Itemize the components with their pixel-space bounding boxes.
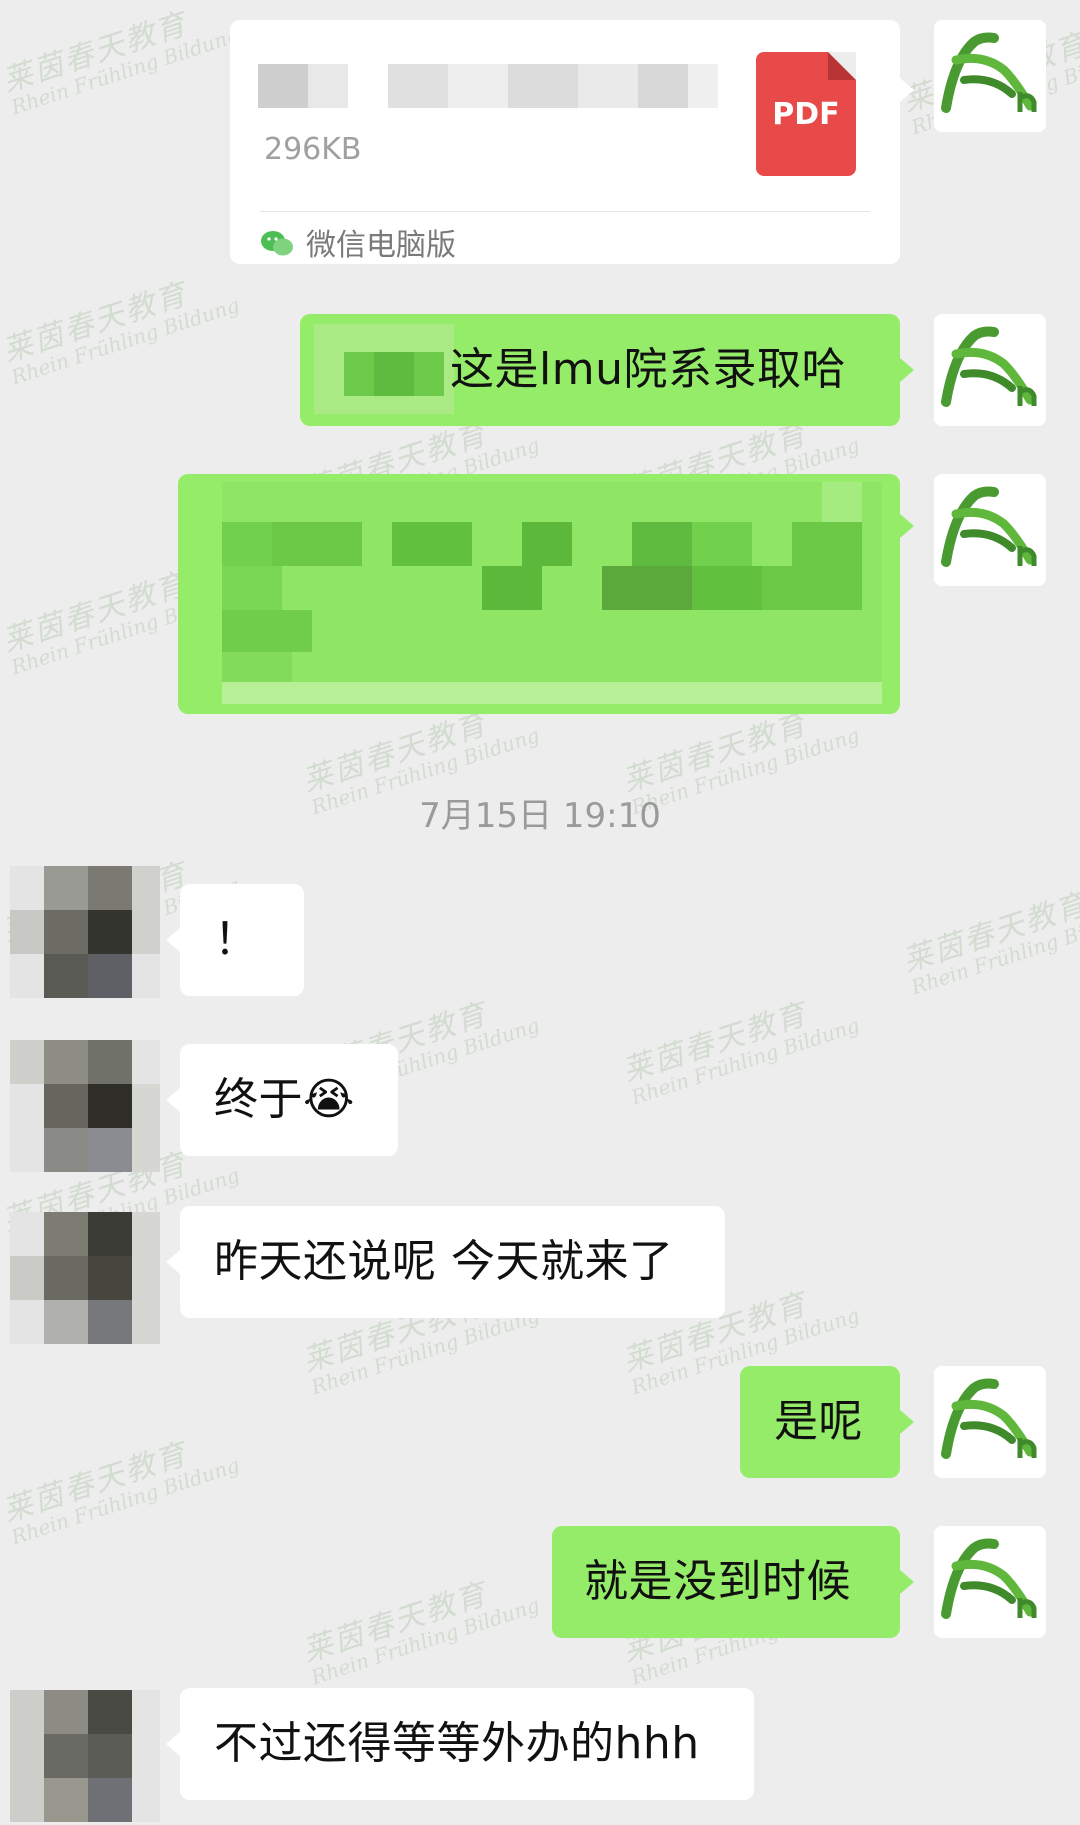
message-bubble-received[interactable]: 不过还得等等外办的hhh xyxy=(166,1688,754,1800)
blurred-text xyxy=(314,324,454,414)
logo-avatar[interactable] xyxy=(934,1526,1046,1638)
file-size: 296KB xyxy=(264,132,362,167)
wechat-icon xyxy=(261,231,293,256)
message-text: 就是没到时候 xyxy=(584,1556,851,1607)
file-source-label: 微信电脑版 xyxy=(306,228,456,263)
pdf-icon: PDF xyxy=(756,52,856,176)
message-bubble-sent[interactable]: 这是lmu院系录取哈 xyxy=(300,314,914,426)
message-text: 终于😭 xyxy=(214,1074,355,1125)
message-text: 是呢 xyxy=(774,1396,863,1447)
message-bubble-sent[interactable]: 是呢 xyxy=(740,1366,914,1478)
message-bubble-received[interactable]: ！ xyxy=(166,884,304,996)
blurred-file-name xyxy=(258,42,738,130)
watermark: 莱茵春天教育Rhein Frühling Bildung xyxy=(0,276,243,390)
logo-avatar[interactable] xyxy=(934,314,1046,426)
contact-avatar[interactable] xyxy=(10,866,160,998)
message-bubble-sent[interactable]: 就是没到时候 xyxy=(552,1526,914,1638)
logo-avatar[interactable] xyxy=(934,20,1046,132)
message-text: 不过还得等等外办的hhh xyxy=(214,1718,700,1769)
message-text: 这是lmu院系录取哈 xyxy=(450,344,846,395)
file-divider xyxy=(260,211,870,212)
logo-avatar[interactable] xyxy=(934,1366,1046,1478)
watermark: 莱茵春天教育Rhein Frühling Bildung xyxy=(0,1436,243,1550)
contact-avatar[interactable] xyxy=(10,1040,160,1172)
chat-view[interactable]: 莱茵春天教育 Rhein Frühling Bildung 莱茵春天教育 Rhein… xyxy=(0,0,1080,1825)
logo-avatar[interactable] xyxy=(934,474,1046,586)
watermark: 莱茵春天教育Rhein Frühling Bildung xyxy=(298,1576,543,1690)
message-text: 昨天还说呢 今天就来了 xyxy=(214,1236,674,1287)
blurred-text xyxy=(222,482,882,704)
chat-timestamp: 7月15日 19:10 xyxy=(419,796,661,836)
message-bubble-received[interactable]: 昨天还说呢 今天就来了 xyxy=(166,1206,725,1318)
contact-avatar[interactable] xyxy=(10,1690,160,1822)
watermark: 莱茵春天教育Rhein Frühling Bildung xyxy=(618,996,863,1110)
contact-avatar[interactable] xyxy=(10,1212,160,1344)
watermark: 莱茵春天教育Rhein Frühling Bildung xyxy=(898,886,1080,1000)
message-bubble-sent-blurred[interactable] xyxy=(178,474,914,714)
watermark: 莱茵春天教育Rhein Frühling Bildung xyxy=(0,6,243,120)
message-bubble-received[interactable]: 终于😭 xyxy=(166,1044,398,1156)
file-message-card[interactable]: 296KB PDF 微信电脑版 xyxy=(230,20,914,264)
message-text: ！ xyxy=(214,914,259,965)
